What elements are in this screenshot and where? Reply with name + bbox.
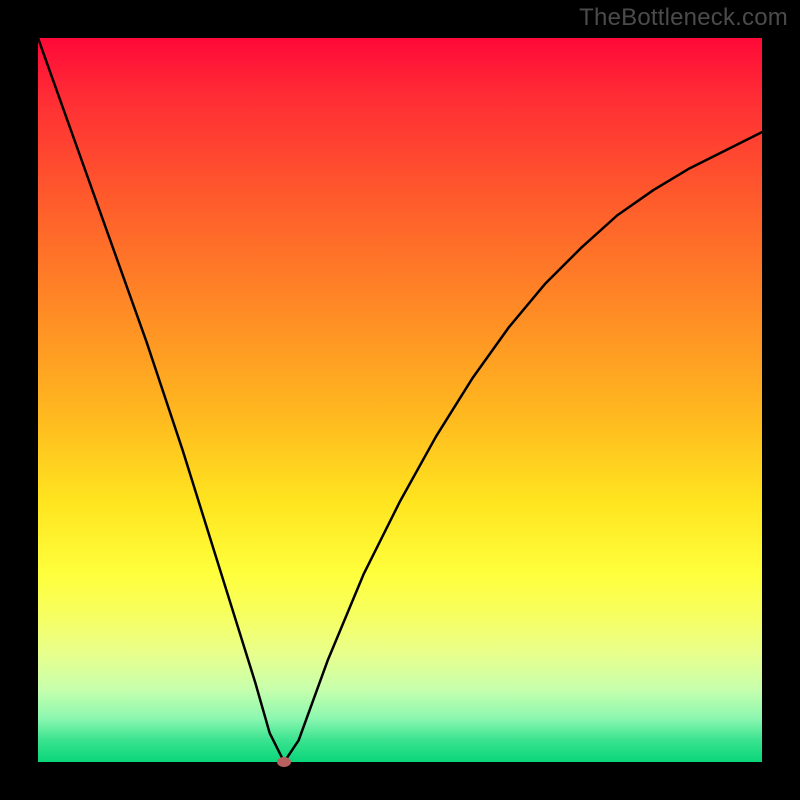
watermark-text: TheBottleneck.com — [579, 4, 788, 32]
bottleneck-curve — [38, 38, 762, 762]
curve-vertex-marker — [277, 757, 291, 767]
plot-area — [38, 38, 762, 762]
chart-stage: TheBottleneck.com — [0, 0, 800, 800]
